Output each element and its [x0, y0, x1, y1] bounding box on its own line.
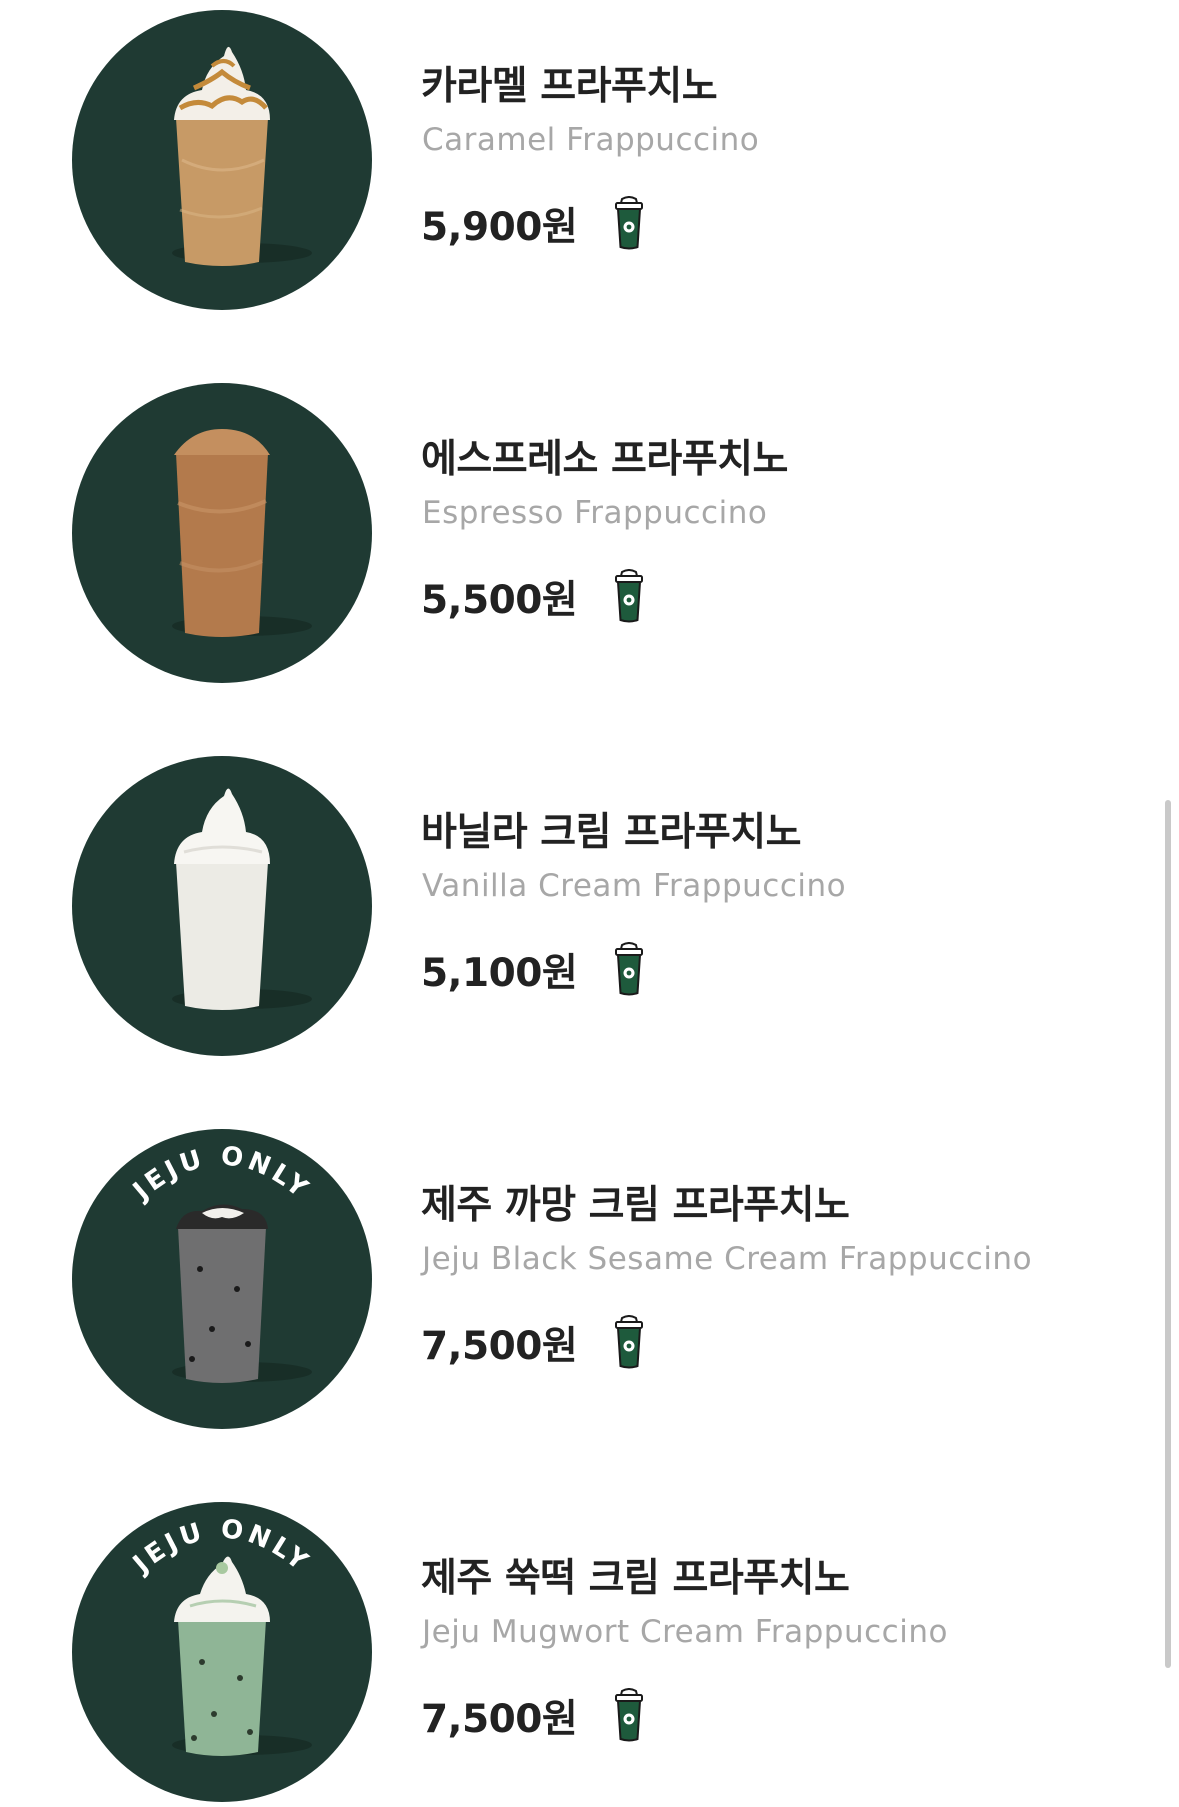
price-row: 5,100원 — [421, 942, 646, 1014]
menu-item-price: 7,500원 — [421, 1324, 578, 1369]
menu-item-vanilla-cream-frappuccino[interactable]: 바닐라 크림 프라푸치노 Vanilla Cream Frappuccino 5… — [0, 746, 1150, 1056]
frappuccino-cup-icon — [612, 942, 646, 998]
menu-item-name-en: Jeju Black Sesame Cream Frappuccino — [422, 1241, 1033, 1277]
menu-item-name-ko: 바닐라 크림 프라푸치노 — [421, 810, 801, 855]
price-row: 7,500원 — [421, 1688, 646, 1760]
menu-item-name-en: Espresso Frappuccino — [422, 495, 768, 531]
menu-item-name-en: Caramel Frappuccino — [422, 122, 760, 158]
menu-list: 카라멜 프라푸치노 Caramel Frappuccino 5,900원 에스프… — [0, 0, 1179, 1807]
menu-item-price: 7,500원 — [421, 1697, 578, 1742]
caramel-frappuccino-image — [72, 10, 372, 310]
jeju-only-label: JEJU ONLY — [126, 1141, 316, 1207]
menu-item-name-ko: 에스프레소 프라푸치노 — [421, 437, 788, 482]
price-row: 5,900원 — [421, 196, 646, 268]
frappuccino-cup-icon — [612, 569, 646, 625]
scrollbar[interactable] — [1165, 800, 1171, 1668]
menu-item-price: 5,500원 — [421, 578, 578, 623]
menu-item-price: 5,100원 — [421, 951, 578, 996]
menu-item-name-ko: 카라멜 프라푸치노 — [421, 64, 718, 109]
menu-item-jeju-black-sesame-cream-frappuccino[interactable]: JEJU ONLY 제주 까망 크림 프라푸치노 Jeju Black Sesa… — [0, 1119, 1150, 1429]
menu-item-name-en: Vanilla Cream Frappuccino — [422, 868, 847, 904]
espresso-frappuccino-image — [72, 383, 372, 683]
jeju-black-sesame-frappuccino-image: JEJU ONLY — [72, 1129, 372, 1429]
menu-item-name-en: Jeju Mugwort Cream Frappuccino — [422, 1614, 948, 1650]
menu-item-price: 5,900원 — [421, 205, 578, 250]
menu-item-espresso-frappuccino[interactable]: 에스프레소 프라푸치노 Espresso Frappuccino 5,500원 — [0, 373, 1150, 683]
frappuccino-cup-icon — [612, 196, 646, 252]
menu-item-jeju-mugwort-cream-frappuccino[interactable]: JEJU ONLY 제주 쑥떡 크림 프라푸치노 Jeju Mugwort Cr… — [0, 1492, 1150, 1802]
menu-item-name-ko: 제주 까망 크림 프라푸치노 — [421, 1183, 850, 1228]
vanilla-cream-frappuccino-image — [72, 756, 372, 1056]
jeju-mugwort-frappuccino-image: JEJU ONLY — [72, 1502, 372, 1802]
price-row: 7,500원 — [421, 1315, 646, 1387]
price-row: 5,500원 — [421, 569, 646, 641]
frappuccino-cup-icon — [612, 1315, 646, 1371]
menu-item-caramel-frappuccino[interactable]: 카라멜 프라푸치노 Caramel Frappuccino 5,900원 — [0, 0, 1150, 310]
menu-item-name-ko: 제주 쑥떡 크림 프라푸치노 — [421, 1556, 850, 1601]
frappuccino-cup-icon — [612, 1688, 646, 1744]
